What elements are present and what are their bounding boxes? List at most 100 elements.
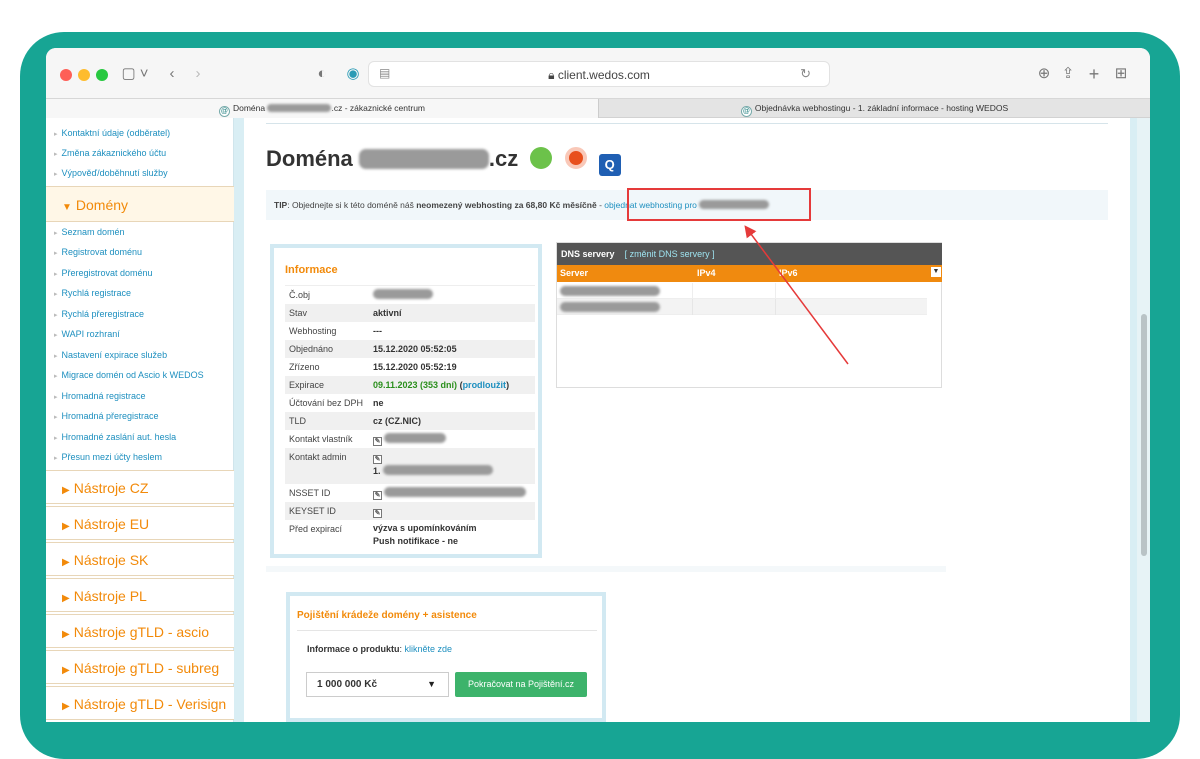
product-info-link[interactable]: klikněte zde	[405, 644, 453, 654]
redacted-domain	[267, 104, 332, 112]
expiration-value: 09.11.2023 (353 dní)	[373, 380, 458, 390]
edit-icon[interactable]: ✎	[373, 437, 382, 446]
sidebar-link[interactable]: ▸ Registrovat doménu	[54, 247, 142, 257]
sidebar-link[interactable]: ▸ Hromadná přeregistrace	[54, 411, 159, 421]
redacted-server	[560, 302, 660, 312]
sidebar-toggle-icon[interactable]: ▢ ˅	[118, 64, 152, 84]
sidebar-section-nastroje-gtld-ascio[interactable]: ▶ Nástroje gTLD - ascio	[46, 614, 234, 648]
paren: )	[506, 380, 510, 390]
status-value: aktivní	[373, 308, 402, 318]
column-menu-icon[interactable]: ▼	[931, 267, 941, 277]
sidebar-link[interactable]: ▸ Hromadné zaslání aut. hesla	[54, 432, 176, 442]
sidebar-section-nastroje-gtld-verisign[interactable]: ▶ Nástroje gTLD - Verisign	[46, 686, 234, 720]
sidebar-section-nastroje-sk[interactable]: ▶ Nástroje SK	[46, 542, 234, 576]
lifebuoy-icon[interactable]	[564, 147, 587, 169]
info-label: Webhosting	[289, 326, 337, 336]
sidebar-link[interactable]: ▸ Hromadná registrace	[54, 391, 146, 401]
sidebar-section-label: Nástroje PL	[73, 588, 147, 604]
privacy-shield-icon[interactable]: ◐	[314, 64, 330, 84]
redacted-server	[560, 286, 660, 296]
sidebar-link[interactable]: ▸ Přeregistrovat doménu	[54, 268, 153, 278]
back-icon[interactable]: ‹	[164, 64, 180, 84]
sidebar-link[interactable]: ▸ Migrace domén od Ascio k WEDOS	[54, 370, 204, 380]
sidebar-link[interactable]: ▸ Přesun mezi účty heslem	[54, 452, 162, 462]
column-header: IPv6	[779, 268, 798, 278]
info-row: Stav aktivní	[285, 304, 535, 322]
reload-icon[interactable]: ↻	[800, 66, 811, 82]
info-label: Stav	[289, 308, 308, 318]
insurance-amount-select[interactable]: 1 000 000 Kč ▼	[306, 672, 449, 697]
sidebar-link-label: Změna zákaznického účtu	[61, 148, 167, 158]
info-label: Kontakt admin	[289, 452, 347, 462]
info-label: Objednáno	[289, 344, 334, 354]
info-row: Kontakt admin ✎ 1.	[285, 448, 535, 484]
tab-label-suffix: .cz - zákaznické centrum	[331, 103, 426, 113]
info-label: KEYSET ID	[289, 506, 336, 516]
info-value: 15.12.2020 05:52:05	[373, 344, 457, 354]
sidebar-link-label: Hromadná registrace	[61, 391, 146, 401]
page-title-suffix: .cz	[488, 146, 519, 171]
info-row: Objednáno 15.12.2020 05:52:05	[285, 340, 535, 358]
redacted-domain	[358, 149, 489, 169]
sidebar-link[interactable]: ▸ Kontaktní údaje (odběratel)	[54, 128, 170, 138]
sidebar-section-label: Domény	[75, 197, 129, 213]
sidebar-link[interactable]: ▸ Seznam domén	[54, 227, 125, 237]
extend-link[interactable]: prodloužit	[463, 380, 507, 390]
sidebar-section-nastroje-pl[interactable]: ▶ Nástroje PL	[46, 578, 234, 612]
address-bar[interactable]: ▤ 🔒︎ client.wedos.com ↻	[368, 61, 830, 87]
insurance-title: Pojištění krádeže domény + asistence	[297, 610, 477, 621]
forward-icon[interactable]: ›	[190, 64, 206, 84]
info-value: Push notifikace - ne	[373, 536, 459, 546]
info-row: Webhosting ---	[285, 322, 535, 340]
sidebar-link[interactable]: ▸ Rychlá přeregistrace	[54, 309, 144, 319]
info-value: cz (CZ.NIC)	[373, 416, 421, 426]
url-value: client.wedos.com	[557, 68, 650, 82]
sidebar-link-label: Migrace domén od Ascio k WEDOS	[61, 370, 204, 380]
tip-label: TIP	[274, 200, 288, 210]
browser-toolbar: ▢ ˅ ‹ › ◐ ◉ ▤ 🔒︎ client.wedos.com ↻ ⊕ ⇪ …	[46, 48, 1150, 98]
redacted-contact	[384, 433, 446, 443]
q-icon[interactable]: Q	[598, 154, 621, 176]
sidebar-section-nastroje-cz[interactable]: ▶ Nástroje CZ	[46, 470, 234, 504]
minimize-window-button[interactable]	[78, 69, 90, 81]
sidebar-link-label: Přeregistrovat doménu	[61, 268, 153, 278]
edit-icon[interactable]: ✎	[373, 491, 382, 500]
tab-overview-icon[interactable]: ⊞	[1112, 64, 1130, 84]
sidebar-link[interactable]: ▸ Nastavení expirace služeb	[54, 350, 167, 360]
continue-insurance-button[interactable]: Pokračovat na Pojištění.cz	[455, 672, 587, 697]
info-row: Účtování bez DPH ne	[285, 394, 535, 412]
sidebar-section-nastroje-gtld-subreg[interactable]: ▶ Nástroje gTLD - subreg	[46, 650, 234, 684]
sidebar-link[interactable]: ▸ Změna zákaznického účtu	[54, 148, 166, 158]
triangle-right-icon: ▶	[62, 593, 70, 604]
triangle-right-icon: ▶	[62, 557, 70, 568]
sidebar-section-nastroje-eu[interactable]: ▶ Nástroje EU	[46, 506, 234, 540]
downloads-icon[interactable]: ⊕	[1036, 64, 1052, 84]
insurance-panel: Pojištění krádeže domény + asistence Inf…	[286, 592, 606, 722]
column-header: IPv4	[697, 268, 716, 278]
info-row: NSSET ID ✎	[285, 484, 535, 502]
scrollbar-thumb[interactable]	[1141, 314, 1147, 556]
sidebar-section-domeny[interactable]: ▼ Domény	[46, 186, 234, 222]
extension-icon[interactable]: ◉	[344, 64, 362, 84]
share-icon[interactable]: ⇪	[1060, 64, 1076, 84]
redacted-order-number	[373, 289, 433, 299]
tab-webhosting-order[interactable]: @ Objednávka webhostingu - 1. základní in…	[598, 99, 1150, 118]
info-row: TLD cz (CZ.NIC)	[285, 412, 535, 430]
close-window-button[interactable]	[60, 69, 72, 81]
zoom-window-button[interactable]	[96, 69, 108, 81]
sidebar-link[interactable]: ▸ WAPI rozhraní	[54, 329, 120, 339]
sidebar-link[interactable]: ▸ Výpověď/doběhnutí služby	[54, 168, 168, 178]
info-row: Kontakt vlastník ✎	[285, 430, 535, 448]
tab-bar: @ Doména .cz - zákaznické centrum @ Objedn…	[46, 98, 1150, 118]
chat-icon[interactable]	[530, 147, 553, 169]
tab-domain[interactable]: @ Doména .cz - zákaznické centrum	[46, 99, 598, 118]
info-label: Zřízeno	[289, 362, 320, 372]
new-tab-icon[interactable]: +	[1086, 64, 1102, 84]
change-dns-link[interactable]: [ změnit DNS servery ]	[625, 249, 715, 259]
sidebar-link[interactable]: ▸ Rychlá registrace	[54, 288, 131, 298]
edit-icon[interactable]: ✎	[373, 455, 382, 464]
sidebar-section-label: Nástroje gTLD - ascio	[73, 624, 210, 640]
edit-icon[interactable]: ✎	[373, 509, 382, 518]
scrollbar[interactable]	[1137, 118, 1150, 722]
dns-row	[557, 283, 927, 299]
